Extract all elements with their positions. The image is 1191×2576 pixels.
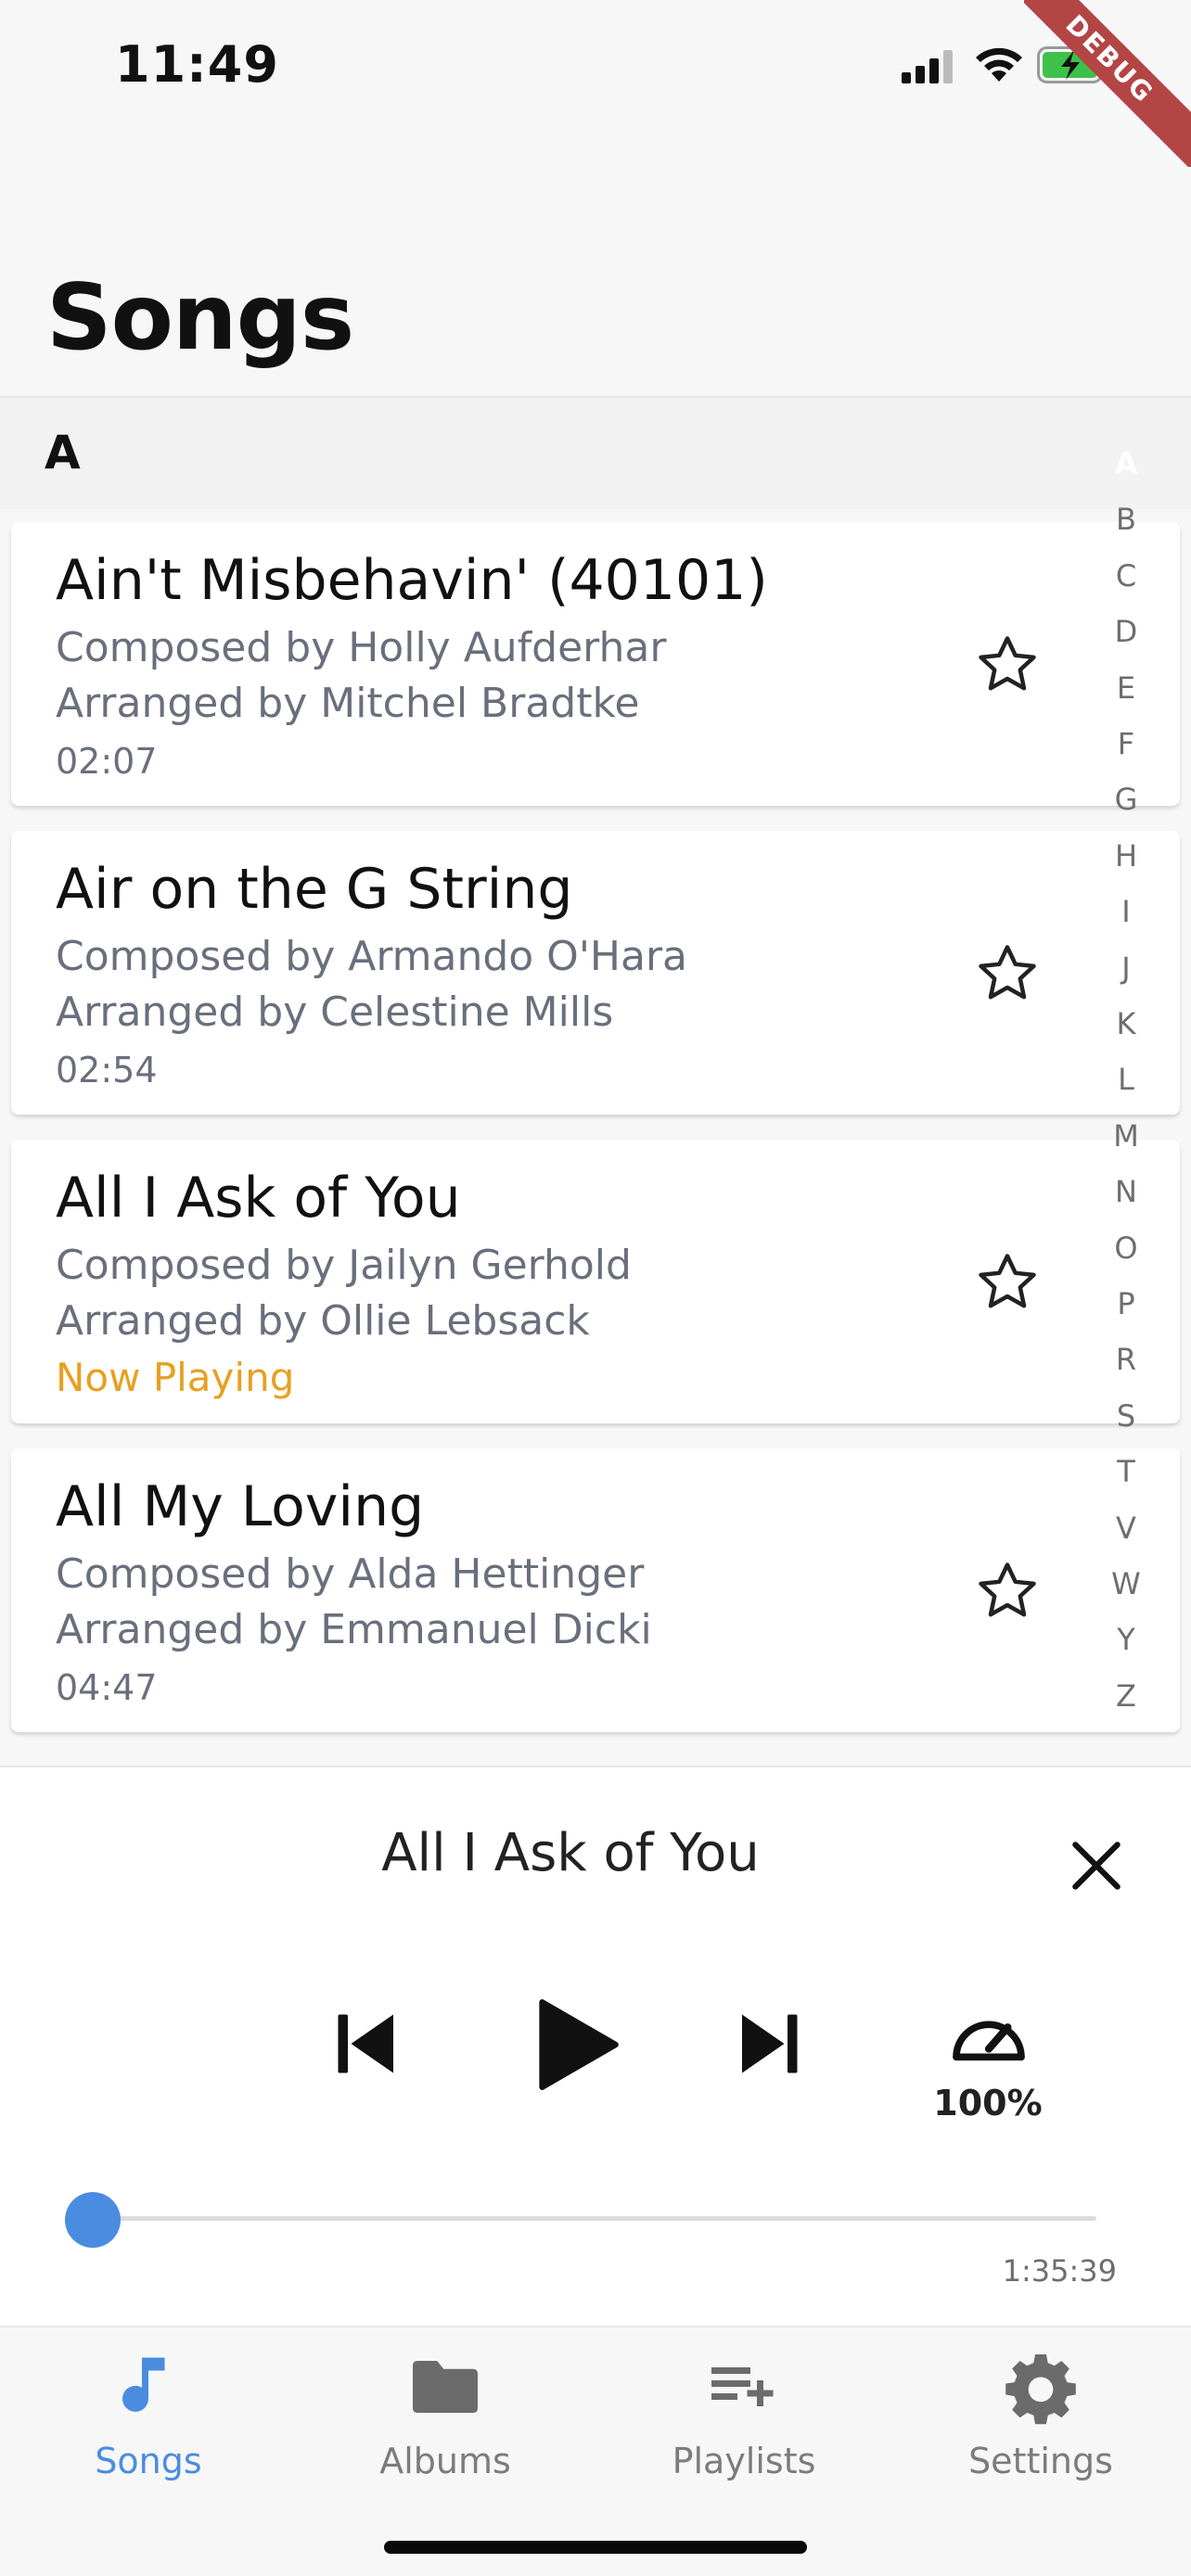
alphabet-index-letter[interactable]: M (1096, 1108, 1156, 1164)
song-card[interactable]: All My Loving Composed by Alda Hettinger… (11, 1448, 1180, 1732)
alphabet-index-letter[interactable]: T (1096, 1444, 1156, 1499)
song-arranger: Arranged by Emmanuel Dicki (56, 1606, 652, 1653)
favorite-star-icon[interactable] (974, 940, 1041, 1007)
page-title: Songs (46, 265, 354, 371)
song-duration: 02:07 (56, 741, 158, 782)
play-icon[interactable] (531, 1994, 623, 2096)
seek-thumb[interactable] (65, 2192, 121, 2248)
now-playing-label: Now Playing (56, 1355, 295, 1400)
alphabet-index-letter[interactable]: K (1096, 996, 1156, 1052)
song-card[interactable]: Ain't Misbehavin' (40101) Composed by Ho… (11, 522, 1180, 806)
song-arranger: Arranged by Celestine Mills (56, 988, 614, 1036)
alphabet-index-letter[interactable]: F (1096, 716, 1156, 772)
now-playing-panel: All I Ask of You 100% 1:35:39 (0, 1766, 1191, 2326)
alphabet-index-letter[interactable]: W (1096, 1556, 1156, 1612)
alphabet-index-letter[interactable]: J (1096, 940, 1156, 996)
alphabet-index-letter[interactable]: S (1096, 1388, 1156, 1444)
song-arranger: Arranged by Mitchel Bradtke (56, 680, 640, 727)
alphabet-index-letter[interactable]: E (1096, 660, 1156, 716)
song-title: All My Loving (56, 1474, 425, 1539)
home-indicator[interactable] (384, 2541, 807, 2554)
song-composer: Composed by Jailyn Gerhold (56, 1242, 632, 1289)
seek-bar[interactable] (95, 2216, 1096, 2221)
alphabet-index-letter[interactable]: I (1096, 884, 1156, 939)
alphabet-index-letter[interactable]: R (1096, 1332, 1156, 1387)
tab-playlists[interactable]: Playlists (605, 2348, 883, 2487)
song-title: All I Ask of You (56, 1166, 461, 1231)
alphabet-index-letter[interactable]: H (1096, 828, 1156, 884)
alphabet-index-letter[interactable]: Z (1096, 1668, 1156, 1724)
favorite-star-icon[interactable] (974, 631, 1041, 698)
alphabet-index-letter[interactable]: P (1096, 1276, 1156, 1332)
status-bar: 11:49 DEBUG (0, 0, 1191, 167)
alphabet-index-letter[interactable]: Y (1096, 1612, 1156, 1667)
favorite-star-icon[interactable] (974, 1249, 1041, 1316)
song-composer: Composed by Armando O'Hara (56, 933, 688, 980)
section-letter: A (45, 426, 81, 479)
tab-label: Playlists (672, 2441, 816, 2481)
bottom-tab-bar: Songs Albums Playlists Settings (0, 2326, 1191, 2576)
status-time: 11:49 (115, 35, 279, 94)
song-card[interactable]: All I Ask of You Composed by Jailyn Gerh… (11, 1140, 1180, 1423)
song-composer: Composed by Holly Aufderhar (56, 624, 667, 671)
playlist-add-icon (711, 2367, 774, 2406)
playback-speed-icon[interactable] (944, 2003, 1033, 2068)
song-title: Air on the G String (56, 857, 573, 922)
song-card[interactable]: Air on the G String Composed by Armando … (11, 831, 1180, 1115)
section-header: A (0, 398, 1191, 509)
wifi-icon (976, 47, 1022, 82)
song-title: Ain't Misbehavin' (40101) (56, 548, 768, 613)
song-duration: 04:47 (56, 1667, 158, 1708)
song-duration: 02:54 (56, 1050, 158, 1090)
song-composer: Composed by Alda Hettinger (56, 1550, 645, 1598)
tab-label: Settings (968, 2441, 1113, 2481)
tab-albums[interactable]: Albums (306, 2348, 584, 2487)
signal-icon (902, 50, 953, 83)
song-arranger: Arranged by Ollie Lebsack (56, 1297, 590, 1345)
tab-label: Songs (95, 2441, 202, 2481)
tab-settings[interactable]: Settings (902, 2348, 1180, 2487)
track-duration: 1:35:39 (1002, 2253, 1117, 2289)
alphabet-index-letter[interactable]: C (1096, 548, 1156, 604)
skip-previous-icon[interactable] (328, 2005, 406, 2083)
music-note-icon (122, 2357, 165, 2412)
debug-ribbon-label: DEBUG (1024, 0, 1191, 167)
alphabet-index-letter[interactable]: L (1096, 1052, 1156, 1107)
alphabet-index-letter[interactable]: N (1096, 1164, 1156, 1219)
playback-speed-label: 100% (933, 2083, 1043, 2123)
close-icon[interactable] (1065, 1834, 1128, 1897)
alphabet-index-letter[interactable]: G (1096, 772, 1156, 827)
alphabet-index-letter[interactable]: D (1096, 604, 1156, 659)
folder-icon (413, 2361, 478, 2413)
gear-icon (1005, 2354, 1076, 2425)
favorite-star-icon[interactable] (974, 1558, 1041, 1625)
alphabet-index-letter[interactable]: V (1096, 1500, 1156, 1556)
alphabet-index-letter[interactable]: B (1096, 491, 1156, 547)
tab-songs[interactable]: Songs (9, 2348, 288, 2487)
skip-next-icon[interactable] (729, 2005, 807, 2083)
tab-label: Albums (379, 2441, 511, 2481)
debug-banner: DEBUG (1024, 0, 1191, 167)
alphabet-index-letter[interactable]: A (1096, 434, 1156, 491)
alphabet-index-letter[interactable]: O (1096, 1220, 1156, 1276)
player-song-title: All I Ask of You (381, 1823, 760, 1883)
